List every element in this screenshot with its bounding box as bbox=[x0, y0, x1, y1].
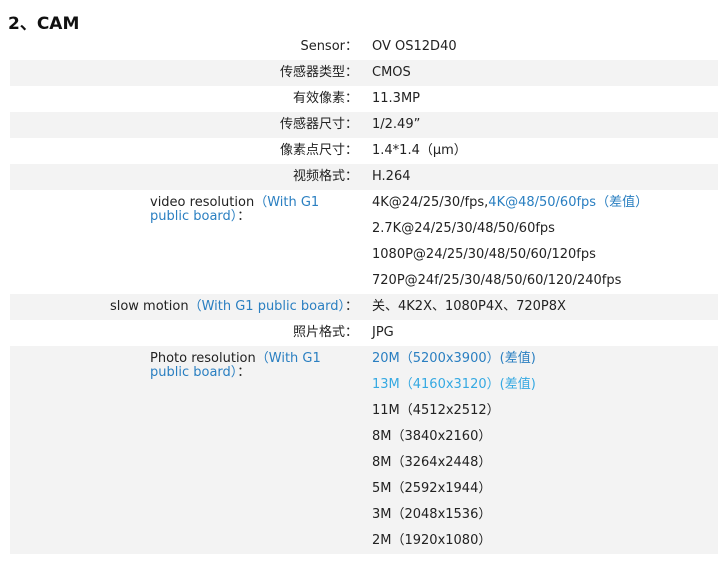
spec-value-text: 13M（4160x3120）(差值) bbox=[372, 377, 536, 392]
spec-value-text: H.264 bbox=[372, 169, 411, 184]
spec-value-line: 720P@24f/25/30/48/50/60/120/240fps bbox=[372, 268, 718, 294]
spec-value-line: 8M（3264x2448） bbox=[372, 450, 718, 476]
spec-row: Photo resolution（With G1 public board）： 2… bbox=[10, 346, 718, 554]
spec-value-line: 1/2.49” bbox=[372, 112, 718, 138]
spec-row: 传感器类型： CMOS bbox=[10, 60, 718, 86]
spec-value: 1/2.49” bbox=[372, 112, 718, 138]
spec-label: Sensor： bbox=[300, 39, 358, 54]
spec-value-text: 8M（3840x2160） bbox=[372, 429, 492, 444]
spec-value: H.264 bbox=[372, 164, 718, 190]
spec-table: Sensor： OV OS12D40 传感器类型： CMOS 有效像素： 11.3MP 传感… bbox=[10, 34, 718, 554]
spec-value-line: 5M（2592x1944） bbox=[372, 476, 718, 502]
spec-label-part: Photo resolution bbox=[150, 351, 256, 366]
section-heading: 2、CAM bbox=[8, 14, 80, 34]
spec-value-line: 4K@24/25/30/fps,4K@48/50/60fps（差值） bbox=[372, 190, 718, 216]
spec-value-text: 5M（2592x1944） bbox=[372, 481, 492, 496]
spec-value-text: 关、4K2X、1080P4X、720P8X bbox=[372, 299, 566, 314]
spec-value-text: 3M（2048x1536） bbox=[372, 507, 492, 522]
spec-label: 有效像素： bbox=[292, 91, 358, 106]
spec-label-part: （With G1 public board） bbox=[188, 299, 345, 314]
spec-value-text: 20M（5200x3900）(差值) bbox=[372, 351, 536, 366]
spec-value-text: 2M（1920x1080） bbox=[372, 533, 492, 548]
spec-value-line: 20M（5200x3900）(差值) bbox=[372, 346, 718, 372]
spec-label: slow motion（With G1 public board）： bbox=[10, 294, 358, 320]
spec-value-line: 1.4*1.4（μm） bbox=[372, 138, 718, 164]
spec-value-line: 2M（1920x1080） bbox=[372, 528, 718, 554]
spec-value-text: 720P@24f/25/30/48/50/60/120/240fps bbox=[372, 273, 622, 288]
spec-label: 像素点尺寸： bbox=[279, 143, 358, 158]
spec-value: 11.3MP bbox=[372, 86, 718, 112]
spec-value-line: 8M（3840x2160） bbox=[372, 424, 718, 450]
spec-value-line: 13M（4160x3120）(差值) bbox=[372, 372, 718, 398]
spec-label: video resolution（With G1 public board）： bbox=[10, 190, 358, 294]
spec-value: 4K@24/25/30/fps,4K@48/50/60fps（差值） 2.7K@2… bbox=[372, 190, 718, 294]
spec-label: Photo resolution（With G1 public board）： bbox=[10, 346, 358, 554]
spec-value: CMOS bbox=[372, 60, 718, 86]
spec-label-part: ： bbox=[237, 209, 251, 224]
spec-value-line: 3M（2048x1536） bbox=[372, 502, 718, 528]
spec-value-text: 8M（3264x2448） bbox=[372, 455, 492, 470]
spec-value-line: 关、4K2X、1080P4X、720P8X bbox=[372, 294, 718, 320]
spec-value-text: 2.7K@24/25/30/48/50/60fps bbox=[372, 221, 555, 236]
spec-value-text: 11.3MP bbox=[372, 91, 421, 106]
spec-label-part: video resolution bbox=[150, 195, 255, 210]
spec-row: 传感器尺寸： 1/2.49” bbox=[10, 112, 718, 138]
spec-value-text: 1.4*1.4（μm） bbox=[372, 143, 467, 158]
spec-value-line: 11M（4512x2512） bbox=[372, 398, 718, 424]
spec-label: 照片格式： bbox=[292, 325, 358, 340]
spec-label-part: slow motion bbox=[109, 299, 189, 314]
spec-row: video resolution（With G1 public board）： 4… bbox=[10, 190, 718, 294]
spec-value-text: 1080P@24/25/30/48/50/60/120fps bbox=[372, 247, 596, 262]
spec-value: 关、4K2X、1080P4X、720P8X bbox=[372, 294, 718, 320]
spec-value: JPG bbox=[372, 320, 718, 346]
spec-value: OV OS12D40 bbox=[372, 34, 718, 60]
spec-row: 像素点尺寸： 1.4*1.4（μm） bbox=[10, 138, 718, 164]
spec-row: slow motion（With G1 public board）： 关、4K2X… bbox=[10, 294, 718, 320]
spec-value: 20M（5200x3900）(差值) 13M（4160x3120）(差值) 11M（… bbox=[372, 346, 718, 554]
spec-label-part: ： bbox=[344, 299, 358, 314]
spec-row: 视频格式： H.264 bbox=[10, 164, 718, 190]
spec-value-line: JPG bbox=[372, 320, 718, 346]
spec-value-text: 1/2.49” bbox=[372, 117, 421, 132]
spec-value-line: 2.7K@24/25/30/48/50/60fps bbox=[372, 216, 718, 242]
spec-label-part: ： bbox=[237, 365, 251, 380]
spec-value-line: OV OS12D40 bbox=[372, 34, 718, 60]
spec-label: 传感器尺寸： bbox=[279, 117, 358, 132]
spec-row: 有效像素： 11.3MP bbox=[10, 86, 718, 112]
spec-value-text: OV OS12D40 bbox=[372, 39, 457, 54]
spec-label: 传感器类型： bbox=[279, 65, 358, 80]
spec-row: 照片格式： JPG bbox=[10, 320, 718, 346]
spec-value-text: 4K@24/25/30/fps, bbox=[372, 195, 489, 210]
spec-label: 视频格式： bbox=[292, 169, 358, 184]
spec-value-text: 11M（4512x2512） bbox=[372, 403, 500, 418]
spec-value-text: 4K@48/50/60fps（差值） bbox=[488, 195, 649, 210]
spec-row: Sensor： OV OS12D40 bbox=[10, 34, 718, 60]
spec-value: 1.4*1.4（μm） bbox=[372, 138, 718, 164]
spec-value-text: JPG bbox=[372, 325, 394, 340]
spec-value-line: 11.3MP bbox=[372, 86, 718, 112]
spec-value-line: 1080P@24/25/30/48/50/60/120fps bbox=[372, 242, 718, 268]
spec-value-text: CMOS bbox=[372, 65, 411, 80]
spec-value-line: H.264 bbox=[372, 164, 718, 190]
spec-value-line: CMOS bbox=[372, 60, 718, 86]
